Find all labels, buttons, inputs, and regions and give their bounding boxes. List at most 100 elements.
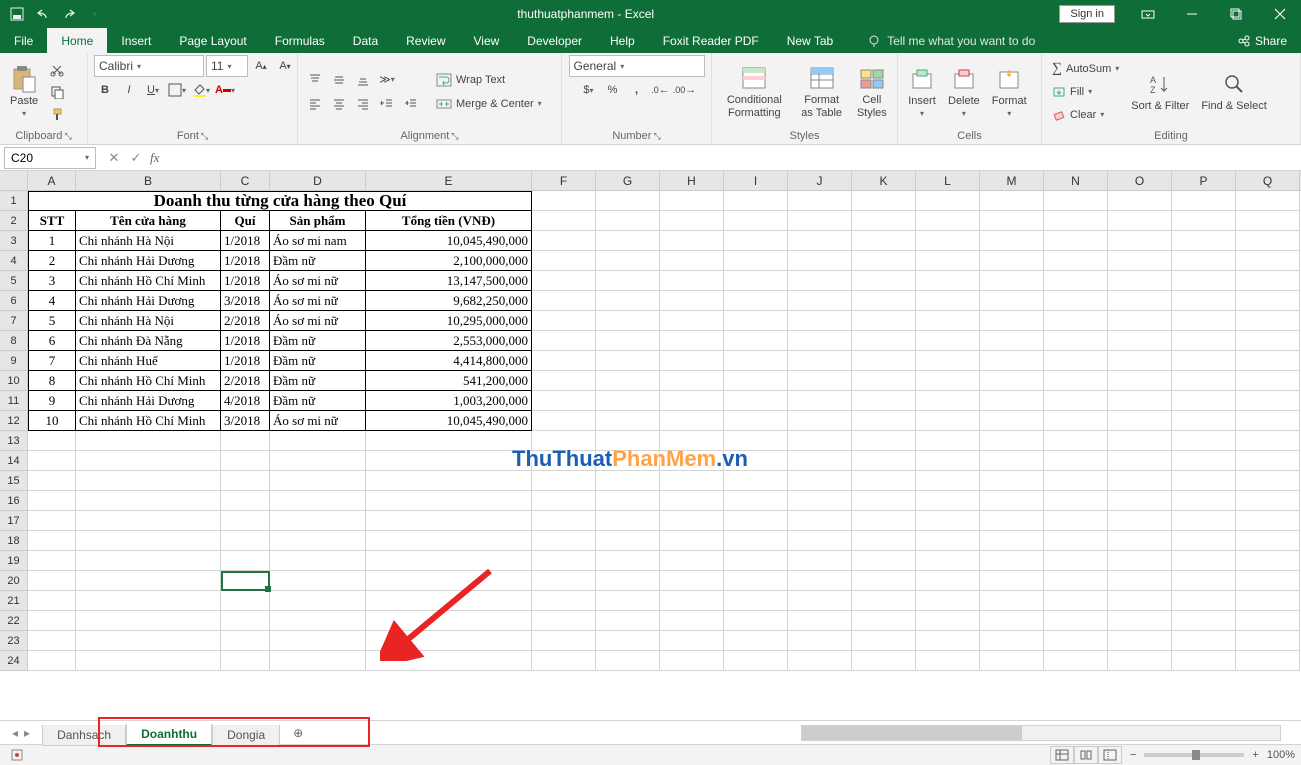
row-header[interactable]: 6	[0, 291, 28, 311]
empty-cell[interactable]	[1236, 591, 1300, 611]
page-break-view-button[interactable]	[1098, 746, 1122, 764]
data-cell[interactable]: Chi nhánh Đà Nẵng	[76, 331, 221, 351]
sheet-tab-doanhthu[interactable]: Doanhthu	[126, 724, 212, 746]
row-header[interactable]: 17	[0, 511, 28, 531]
row-header[interactable]: 2	[0, 211, 28, 231]
empty-cell[interactable]	[916, 651, 980, 671]
accounting-button[interactable]: $▾	[578, 79, 600, 101]
empty-cell[interactable]	[366, 531, 532, 551]
empty-cell[interactable]	[270, 571, 366, 591]
empty-cell[interactable]	[1108, 611, 1172, 631]
data-cell[interactable]: 6	[28, 331, 76, 351]
align-left-button[interactable]	[304, 93, 326, 115]
empty-cell[interactable]	[596, 511, 660, 531]
empty-cell[interactable]	[221, 491, 270, 511]
empty-cell[interactable]	[270, 451, 366, 471]
empty-cell[interactable]	[788, 651, 852, 671]
fill-button[interactable]: Fill▾	[1048, 81, 1123, 103]
empty-cell[interactable]	[28, 571, 76, 591]
row-header[interactable]: 5	[0, 271, 28, 291]
empty-cell[interactable]	[916, 531, 980, 551]
data-cell[interactable]: Chi nhánh Hồ Chí Minh	[76, 271, 221, 291]
empty-cell[interactable]	[916, 631, 980, 651]
empty-cell[interactable]	[916, 451, 980, 471]
tell-me-search[interactable]: Tell me what you want to do	[867, 34, 1035, 48]
qat-customize-icon[interactable]: ▾	[86, 5, 104, 23]
empty-cell[interactable]	[724, 431, 788, 451]
empty-cell[interactable]	[28, 511, 76, 531]
col-header[interactable]: C	[221, 171, 270, 190]
empty-cell[interactable]	[788, 551, 852, 571]
tab-insert[interactable]: Insert	[107, 28, 165, 53]
empty-cell[interactable]	[596, 531, 660, 551]
empty-cell[interactable]	[366, 511, 532, 531]
empty-cell[interactable]	[660, 451, 724, 471]
name-box[interactable]: C20▾	[4, 147, 96, 169]
empty-cell[interactable]	[660, 511, 724, 531]
empty-cell[interactable]	[980, 611, 1044, 631]
data-cell[interactable]: Chi nhánh Hà Nội	[76, 231, 221, 251]
empty-cell[interactable]	[724, 631, 788, 651]
empty-cell[interactable]	[852, 631, 916, 651]
tab-data[interactable]: Data	[339, 28, 392, 53]
empty-cell[interactable]	[788, 471, 852, 491]
data-cell[interactable]: 1/2018	[221, 271, 270, 291]
zoom-slider[interactable]	[1144, 753, 1244, 757]
empty-cell[interactable]	[270, 631, 366, 651]
data-cell[interactable]: Đầm nữ	[270, 391, 366, 411]
empty-cell[interactable]	[1108, 571, 1172, 591]
comma-button[interactable]: ,	[626, 79, 648, 101]
empty-cell[interactable]	[1044, 611, 1108, 631]
row-header[interactable]: 4	[0, 251, 28, 271]
empty-cell[interactable]	[28, 591, 76, 611]
empty-cell[interactable]	[596, 631, 660, 651]
tab-formulas[interactable]: Formulas	[261, 28, 339, 53]
data-cell[interactable]: 4/2018	[221, 391, 270, 411]
col-header[interactable]: I	[724, 171, 788, 190]
row-header[interactable]: 23	[0, 631, 28, 651]
col-header[interactable]: J	[788, 171, 852, 190]
empty-cell[interactable]	[724, 551, 788, 571]
empty-cell[interactable]	[270, 531, 366, 551]
select-all-corner[interactable]	[0, 171, 28, 190]
empty-cell[interactable]	[1236, 431, 1300, 451]
empty-cell[interactable]	[1044, 451, 1108, 471]
align-middle-button[interactable]	[328, 69, 350, 91]
empty-cell[interactable]	[852, 451, 916, 471]
data-cell[interactable]: 7	[28, 351, 76, 371]
bold-button[interactable]: B	[94, 79, 116, 101]
empty-cell[interactable]	[270, 511, 366, 531]
empty-cell[interactable]	[724, 451, 788, 471]
tab-developer[interactable]: Developer	[513, 28, 596, 53]
col-header[interactable]: G	[596, 171, 660, 190]
tab-view[interactable]: View	[460, 28, 514, 53]
empty-cell[interactable]	[980, 431, 1044, 451]
empty-cell[interactable]	[1044, 511, 1108, 531]
col-header[interactable]: B	[76, 171, 221, 190]
empty-cell[interactable]	[660, 631, 724, 651]
cancel-formula-icon[interactable]: ✕	[104, 148, 124, 168]
horizontal-scrollbar[interactable]	[801, 725, 1281, 741]
empty-cell[interactable]	[270, 491, 366, 511]
empty-cell[interactable]	[532, 511, 596, 531]
empty-cell[interactable]	[1108, 451, 1172, 471]
paste-button[interactable]: Paste ▾	[6, 63, 42, 120]
decrease-font-button[interactable]: A▾	[274, 55, 296, 77]
tab-file[interactable]: File	[0, 28, 47, 53]
col-header[interactable]: O	[1108, 171, 1172, 190]
number-format-select[interactable]: General▾	[569, 55, 705, 77]
empty-cell[interactable]	[596, 611, 660, 631]
empty-cell[interactable]	[1108, 551, 1172, 571]
empty-cell[interactable]	[980, 511, 1044, 531]
empty-cell[interactable]	[788, 611, 852, 631]
empty-cell[interactable]	[852, 551, 916, 571]
data-cell[interactable]: 541,200,000	[366, 371, 532, 391]
data-cell[interactable]: 3/2018	[221, 291, 270, 311]
empty-cell[interactable]	[852, 571, 916, 591]
empty-cell[interactable]	[660, 531, 724, 551]
redo-icon[interactable]	[60, 5, 78, 23]
empty-cell[interactable]	[366, 631, 532, 651]
empty-cell[interactable]	[366, 551, 532, 571]
empty-cell[interactable]	[221, 471, 270, 491]
empty-cell[interactable]	[980, 551, 1044, 571]
